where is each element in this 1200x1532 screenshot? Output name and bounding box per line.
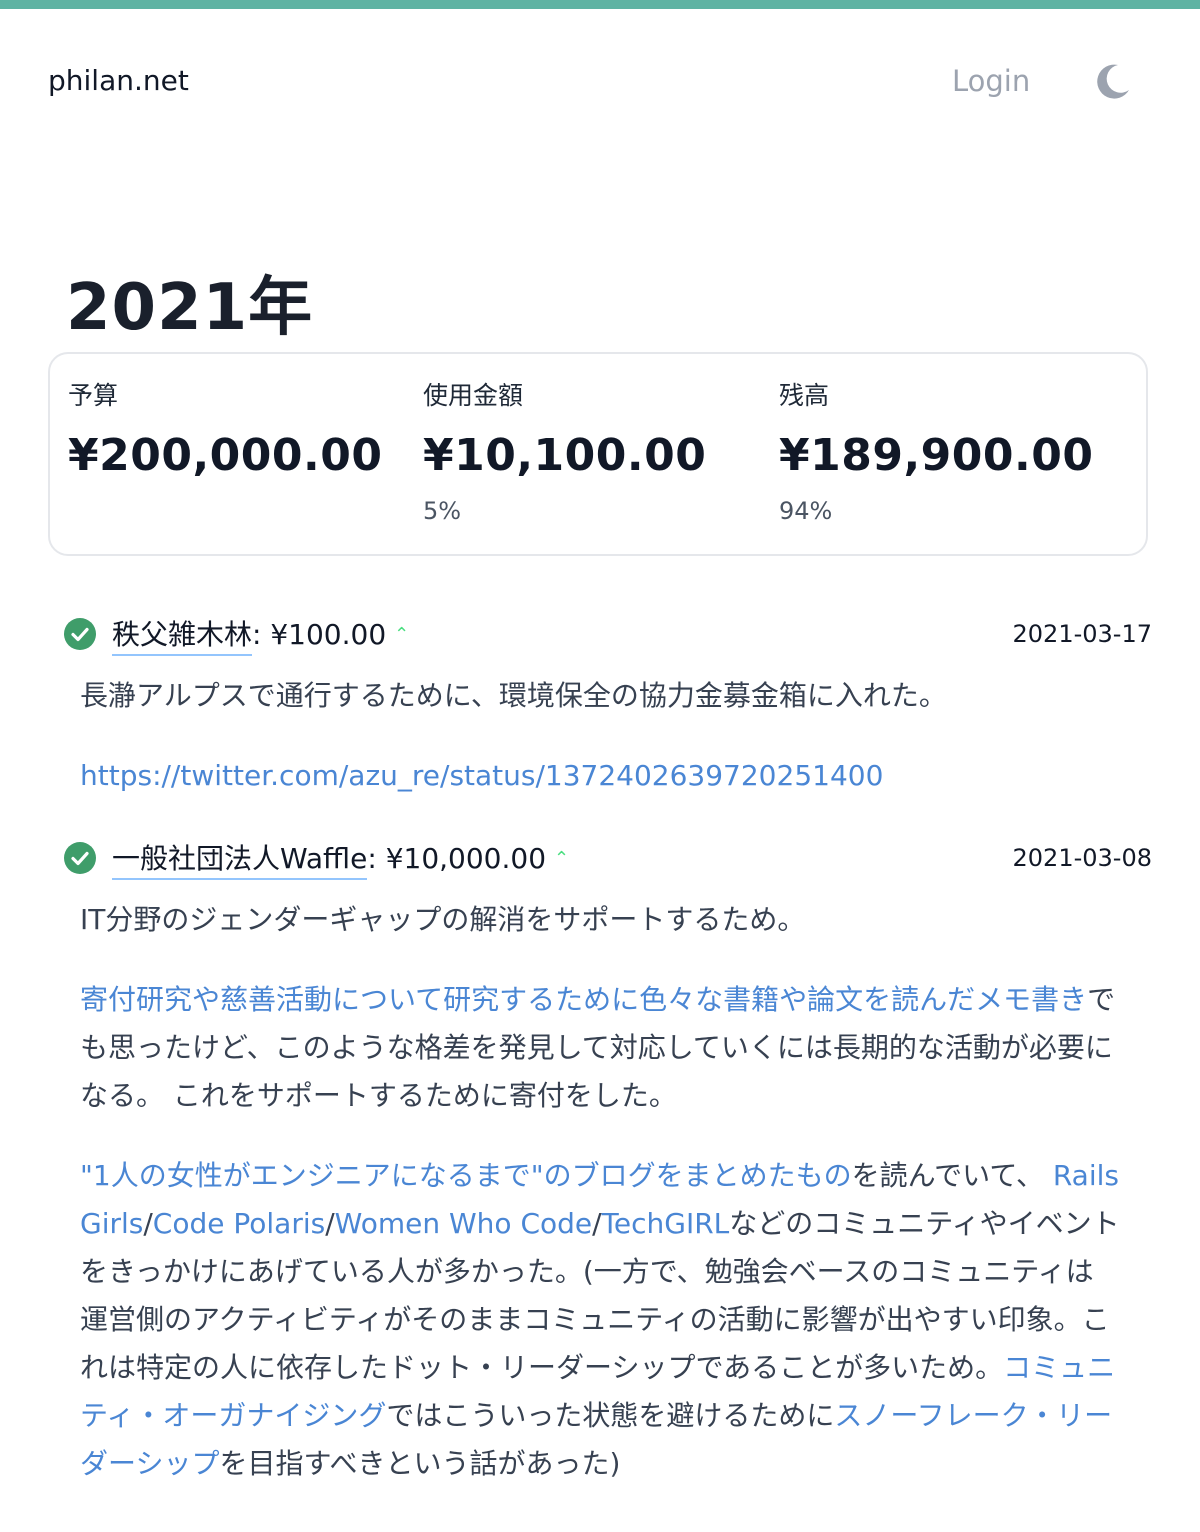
paragraph-text: を目指すべきという話があった) <box>219 1447 621 1480</box>
remaining-stat: 残高 ¥189,900.00 94% <box>779 376 1093 525</box>
donation-amount: : ¥100.00 <box>252 617 387 651</box>
entry-reference: https://twitter.com/azu_re/status/137240… <box>80 752 1120 800</box>
login-link[interactable]: Login <box>952 64 1030 98</box>
check-circle-icon <box>64 618 96 650</box>
organization-link[interactable]: 一般社団法人Waffle <box>112 837 368 880</box>
chevron-up-icon[interactable]: ⌃ <box>394 624 409 645</box>
organization-link[interactable]: 秩父雑木林 <box>112 613 253 656</box>
page-title: 2021年 <box>66 271 314 345</box>
code-polaris-link[interactable]: Code Polaris <box>153 1207 325 1240</box>
entry-description: IT分野のジェンダーギャップの解消をサポートするため。 <box>80 903 806 936</box>
research-notes-link[interactable]: 寄付研究や慈善活動について研究するために色々な書籍や論文を読んだメモ書き <box>80 983 1087 1016</box>
women-who-code-link[interactable]: Women Who Code <box>335 1207 592 1240</box>
remaining-label: 残高 <box>779 381 830 410</box>
entry-paragraph: "1人の女性がエンジニアになるまで"のブログをまとめたものを読んでいて、 Rai… <box>80 1152 1120 1488</box>
paragraph-text: を読んでいて、 <box>851 1159 1053 1192</box>
separator: / <box>592 1207 602 1240</box>
entry-header: 一般社団法人Waffle : ¥10,000.00 ⌃ <box>64 840 569 880</box>
spent-label: 使用金額 <box>423 381 524 410</box>
entry-date: 2021-03-08 <box>1012 844 1152 872</box>
blog-summary-link[interactable]: "1人の女性がエンジニアになるまで"のブログをまとめたもの <box>80 1159 852 1192</box>
separator: / <box>325 1207 335 1240</box>
techgirl-link[interactable]: TechGIRL <box>602 1207 730 1240</box>
entry-header: 秩父雑木林 : ¥100.00 ⌃ <box>64 616 409 656</box>
spent-value: ¥10,100.00 <box>423 430 707 481</box>
budget-stat: 予算 ¥200,000.00 <box>68 376 382 481</box>
chevron-up-icon[interactable]: ⌃ <box>554 848 569 869</box>
budget-value: ¥200,000.00 <box>68 430 383 481</box>
accent-top-bar <box>0 0 1200 9</box>
budget-label: 予算 <box>68 381 119 410</box>
remaining-percent: 94% <box>779 497 833 525</box>
remaining-value: ¥189,900.00 <box>779 430 1094 481</box>
twitter-link[interactable]: https://twitter.com/azu_re/status/137240… <box>80 759 883 792</box>
budget-summary-card: 予算 ¥200,000.00 使用金額 ¥10,100.00 5% 残高 ¥18… <box>48 352 1148 556</box>
spent-percent: 5% <box>423 497 462 525</box>
moon-icon[interactable] <box>1094 62 1132 100</box>
spent-stat: 使用金額 ¥10,100.00 5% <box>423 376 706 525</box>
check-circle-icon <box>64 842 96 874</box>
entry-description: 長瀞アルプスで通行するために、環境保全の協力金募金箱に入れた。 <box>80 679 947 712</box>
separator: / <box>143 1207 153 1240</box>
site-title[interactable]: philan.net <box>48 64 189 97</box>
paragraph-text: ではこういった状態を避けるために <box>386 1399 835 1432</box>
entry-paragraph: 寄付研究や慈善活動について研究するために色々な書籍や論文を読んだメモ書きでも思っ… <box>80 976 1120 1120</box>
donation-amount: : ¥10,000.00 <box>367 841 547 875</box>
entry-date: 2021-03-17 <box>1012 620 1152 648</box>
